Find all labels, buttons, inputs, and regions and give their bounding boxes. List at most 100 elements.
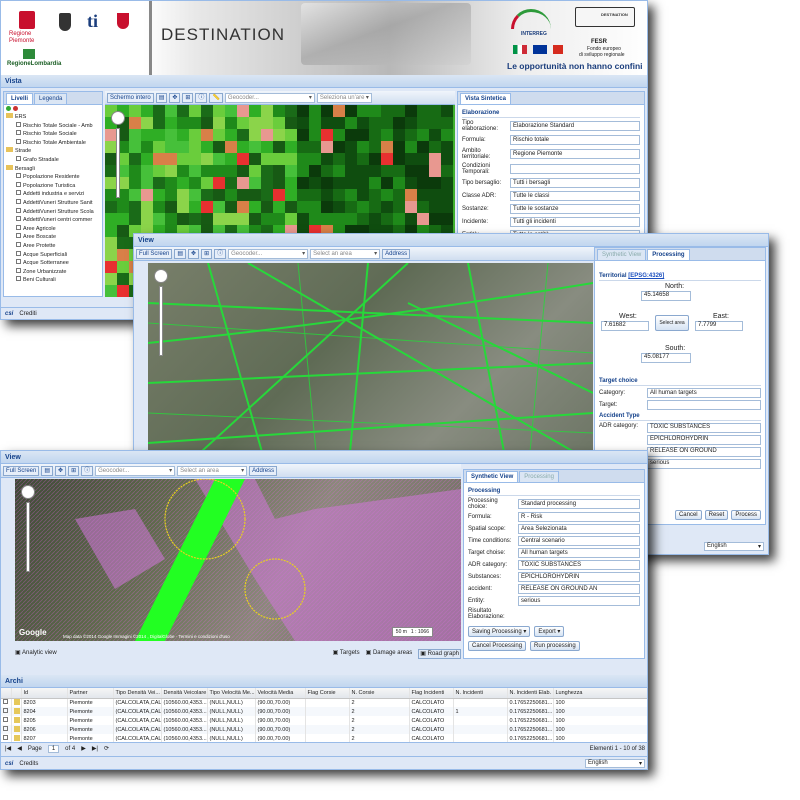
- east-field[interactable]: 7.7799: [695, 321, 743, 331]
- field-value[interactable]: TOXIC SUBSTANCES: [518, 560, 640, 570]
- geocoder-input[interactable]: Geocoder... ▾: [228, 248, 309, 259]
- column-header[interactable]: Flag Corsie: [305, 688, 350, 699]
- field-value[interactable]: serious: [518, 596, 640, 606]
- column-header[interactable]: Id: [21, 688, 68, 699]
- field-value[interactable]: Standard processing: [518, 499, 640, 509]
- page-input[interactable]: 1: [47, 744, 60, 753]
- target-select[interactable]: [647, 400, 761, 410]
- select-area-button[interactable]: Select area: [655, 315, 689, 331]
- add-icon[interactable]: [6, 106, 11, 111]
- last-page-icon[interactable]: ▶|: [92, 745, 98, 752]
- tree-layer[interactable]: Beni Culturali: [6, 276, 100, 285]
- tab-processing[interactable]: Processing: [519, 471, 559, 482]
- zoom-control[interactable]: [21, 485, 35, 585]
- field-value[interactable]: [510, 164, 640, 174]
- print-button[interactable]: ▤: [174, 248, 187, 259]
- next-page-icon[interactable]: ▶: [81, 745, 86, 752]
- accident-select[interactable]: RELEASE ON GROUND: [647, 447, 761, 457]
- area-select[interactable]: Select an area ▾: [310, 248, 381, 259]
- language-select[interactable]: English ▾: [585, 759, 645, 768]
- tab-processing[interactable]: Processing: [647, 249, 690, 260]
- tree-layer[interactable]: Rischio Totale Sociale - Amb: [6, 121, 100, 131]
- tree-layer[interactable]: Acque Sotterranee: [6, 259, 100, 268]
- pan-control[interactable]: [111, 111, 125, 125]
- column-header[interactable]: N. Incidenti: [453, 688, 508, 699]
- field-value[interactable]: Elaborazione Standard: [510, 121, 640, 131]
- tab-vista-sintetica[interactable]: Vista Sintetica: [460, 93, 511, 104]
- zoom-slider[interactable]: [159, 286, 163, 356]
- zoom-box-button[interactable]: ⊞: [68, 465, 80, 476]
- tree-layer[interactable]: Acque Superficiali: [6, 250, 100, 260]
- row-edit-icon[interactable]: [11, 734, 22, 742]
- table-row[interactable]: 8206 Piemonte (CALCOLATA,CAL... (10560.00,4…: [1, 725, 647, 734]
- zoom-box-button[interactable]: ⊞: [182, 92, 194, 103]
- field-value[interactable]: EPICHLOROHYDRIN: [518, 572, 640, 582]
- table-row[interactable]: 8207 Piemonte (CALCOLATA,CAL... (10560.00,4…: [1, 734, 647, 742]
- field-value[interactable]: All human targets: [518, 548, 640, 558]
- road-toggle[interactable]: ▣ Road graph: [418, 649, 461, 659]
- area-select[interactable]: Seleziona un'are ▾: [316, 92, 372, 103]
- field-value[interactable]: Tutti gli incidenti: [510, 217, 640, 227]
- field-value[interactable]: Rischio totale: [510, 135, 640, 145]
- tree-layer[interactable]: Popolazione Residente: [6, 173, 100, 182]
- tab-synthetic-view[interactable]: Synthetic View: [597, 249, 647, 260]
- field-value[interactable]: Central scenario: [518, 536, 640, 546]
- export-button[interactable]: Export ▾: [534, 626, 565, 637]
- tree-layer[interactable]: Aree Protette: [6, 241, 100, 251]
- tree-layer[interactable]: Aree Agricole: [6, 224, 100, 234]
- fullscreen-button[interactable]: Full Screen: [3, 465, 40, 476]
- zoom-control[interactable]: [154, 269, 168, 369]
- field-value[interactable]: RELEASE ON GROUND AN: [518, 584, 640, 594]
- cancel-button[interactable]: Cancel: [674, 510, 702, 520]
- targets-toggle[interactable]: ▣ Targets: [333, 649, 360, 659]
- process-button[interactable]: Process: [731, 510, 761, 520]
- tree-folder[interactable]: ERS: [6, 113, 100, 122]
- tree-layer[interactable]: Addetti industria e servizi: [6, 190, 100, 199]
- adr-category-select[interactable]: TOXIC SUBSTANCES: [647, 423, 761, 433]
- row-checkbox[interactable]: [1, 725, 12, 734]
- row-checkbox[interactable]: [1, 734, 12, 742]
- refresh-icon[interactable]: ⟳: [104, 745, 109, 752]
- tree-layer[interactable]: AddettiVuneri centri commer: [6, 216, 100, 225]
- field-value[interactable]: Tutte le classi: [510, 191, 640, 201]
- south-field[interactable]: 45.08177: [641, 353, 691, 363]
- category-select[interactable]: All human targets: [647, 388, 761, 398]
- credits-link[interactable]: Credits: [19, 761, 38, 767]
- tree-layer[interactable]: Aree Boscate: [6, 233, 100, 242]
- pan-button[interactable]: ✥: [188, 248, 200, 259]
- reset-button[interactable]: Reset: [704, 510, 729, 520]
- run-processing-button[interactable]: Run processing: [530, 641, 580, 651]
- tree-layer[interactable]: AddettiVuneri Strutture Sanit: [6, 198, 100, 208]
- address-button[interactable]: Address: [249, 465, 278, 476]
- analytic-view-button[interactable]: ▣ Analytic view: [15, 649, 57, 659]
- tab-livelli[interactable]: Livelli: [6, 93, 34, 104]
- tree-folder[interactable]: Strade: [6, 147, 100, 156]
- field-value[interactable]: Tutte le sostanze: [510, 204, 640, 214]
- fullscreen-button[interactable]: Full Screen: [136, 248, 173, 259]
- zoom-box-button[interactable]: ⊞: [201, 248, 213, 259]
- tree-layer[interactable]: Popolazione Turistica: [6, 181, 100, 191]
- field-value[interactable]: R - Risk: [518, 512, 640, 522]
- tree-folder[interactable]: Bersagli: [6, 164, 100, 174]
- tab-synthetic-view[interactable]: Synthetic View: [466, 471, 519, 482]
- saving-processing-button[interactable]: Saving Processing ▾: [468, 626, 531, 637]
- pan-button[interactable]: ✥: [169, 92, 181, 103]
- row-edit-icon[interactable]: [11, 698, 22, 707]
- field-value[interactable]: Regione Piemonte: [510, 149, 640, 159]
- field-value[interactable]: Area Selezionata: [518, 524, 640, 534]
- tree-layer[interactable]: Grafo Stradale: [6, 155, 100, 165]
- language-select[interactable]: English ▾: [704, 542, 764, 551]
- print-button[interactable]: ▤: [155, 92, 168, 103]
- prev-page-icon[interactable]: ◀: [17, 745, 22, 752]
- fullscreen-button[interactable]: Schermo intero: [107, 92, 154, 103]
- column-header[interactable]: Tipo Velocità Me...: [207, 688, 256, 699]
- zoom-control[interactable]: [111, 111, 125, 211]
- column-header[interactable]: N. Incidenti Elab.: [507, 688, 554, 699]
- address-button[interactable]: Address: [382, 248, 411, 259]
- damage-toggle[interactable]: ▣ Damage areas: [366, 649, 413, 659]
- column-header[interactable]: Densità Veicolare: [161, 688, 208, 699]
- first-page-icon[interactable]: |◀: [5, 745, 11, 752]
- area-select[interactable]: Select an area ▾: [177, 465, 248, 476]
- row-edit-icon[interactable]: [11, 725, 22, 734]
- print-button[interactable]: ▤: [41, 465, 54, 476]
